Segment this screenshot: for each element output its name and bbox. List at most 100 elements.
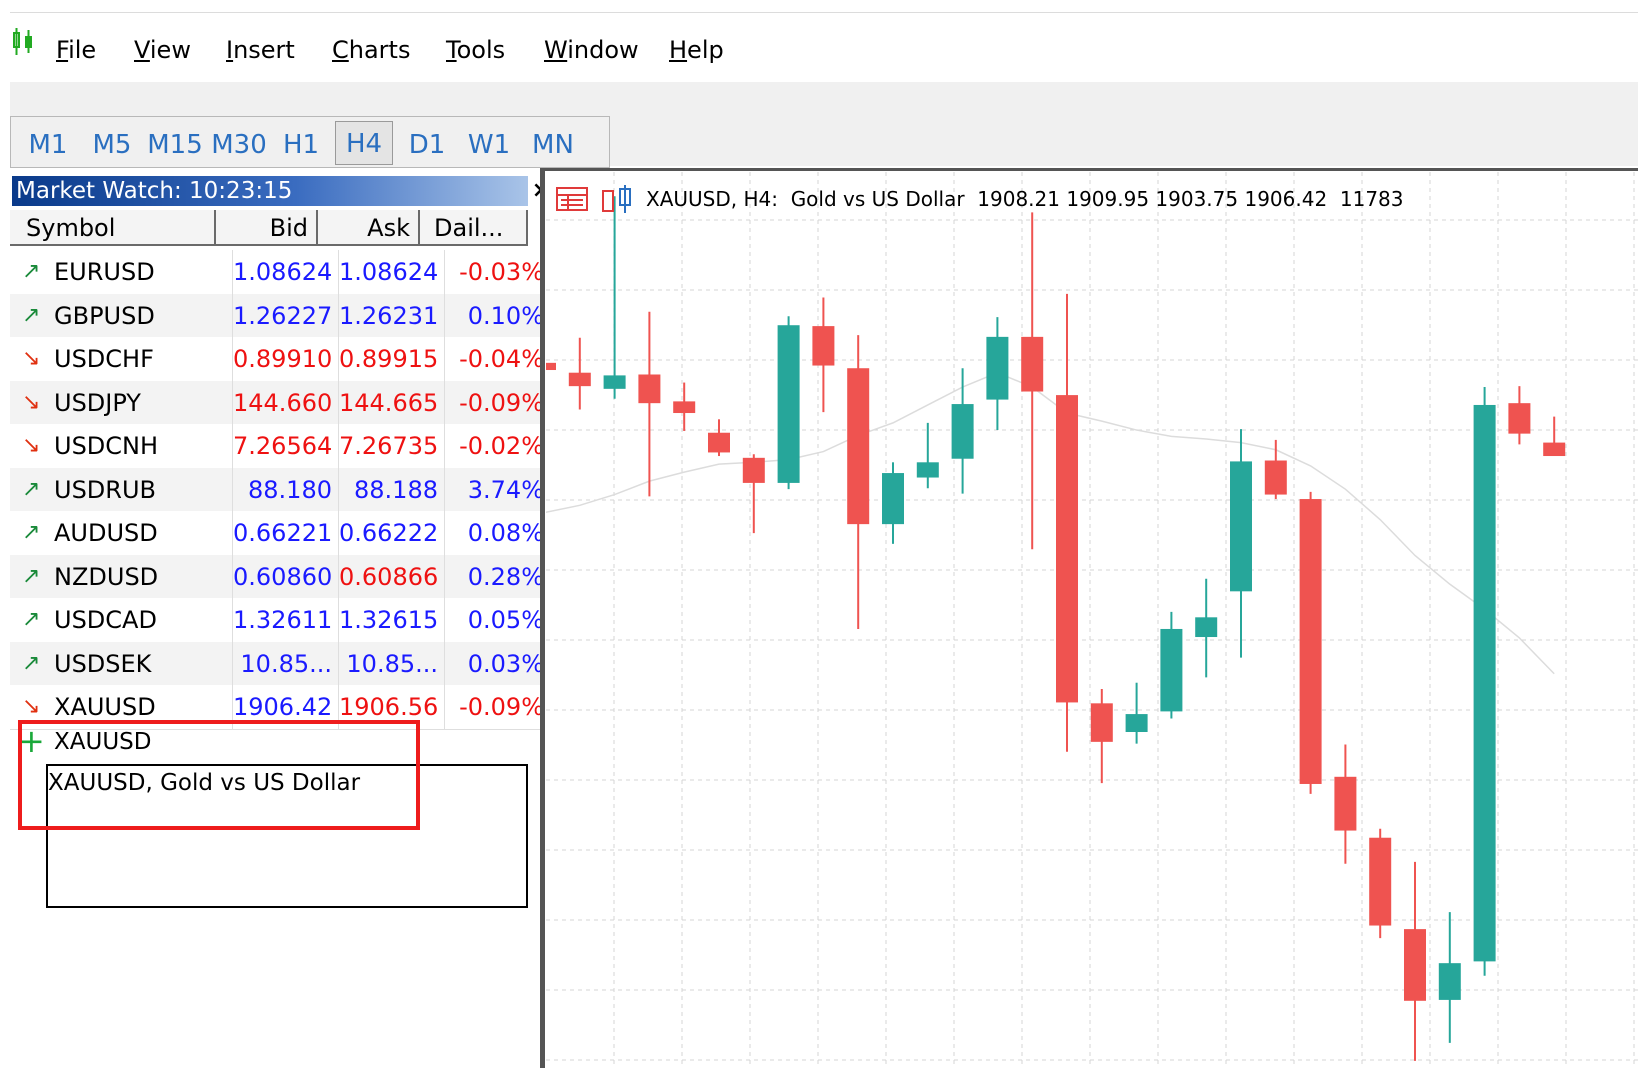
market-watch-row-gbpusd[interactable]: ↗ GBPUSD 1.26227 1.26231 0.10% <box>10 293 554 339</box>
market-watch-header: Symbol Bid Ask Dail... <box>10 210 554 248</box>
candle-body <box>951 404 974 459</box>
market-watch-row-usdcnh[interactable]: ↘ USDCNH 7.26564 7.26735 -0.02% <box>10 424 554 469</box>
daily-change-cell: -0.09% <box>444 380 554 425</box>
menu-file[interactable]: File <box>56 35 96 65</box>
candle <box>546 362 556 371</box>
candle-body <box>986 336 1009 400</box>
candle-body <box>1404 929 1426 1001</box>
daily-change-cell: 0.03% <box>444 641 554 686</box>
candle-body <box>673 401 696 414</box>
menu-bar: File View Insert Charts Tools Window Hel… <box>10 12 1638 83</box>
column-header-symbol[interactable]: Symbol <box>10 210 216 246</box>
symbol-cell: USDCAD <box>54 606 157 634</box>
ask-cell: 1.08624 <box>338 250 444 294</box>
plus-icon: + <box>18 722 45 760</box>
add-symbol-input[interactable] <box>50 724 358 760</box>
column-header-bid[interactable]: Bid <box>216 210 318 246</box>
market-watch-row-usdrub[interactable]: ↗ USDRUB 88.180 88.188 3.74% <box>10 467 554 513</box>
candle-body <box>1021 336 1044 392</box>
candle <box>986 317 1009 431</box>
daily-change-cell: 0.05% <box>444 598 554 642</box>
candle-body <box>777 325 800 483</box>
candle-body <box>882 473 904 525</box>
column-header-ask[interactable]: Ask <box>318 210 420 246</box>
candle <box>1473 387 1496 976</box>
menu-view[interactable]: View <box>134 35 191 65</box>
candle <box>1543 416 1566 457</box>
ask-cell: 0.89915 <box>338 337 444 381</box>
ask-cell: 10.85... <box>338 641 444 686</box>
tf-m15-button[interactable]: M15 <box>147 127 203 163</box>
candle <box>812 297 835 413</box>
candle-chart-icon[interactable] <box>600 185 636 213</box>
daily-change-cell: 0.10% <box>444 293 554 338</box>
candle <box>1125 682 1148 744</box>
candle-body <box>603 375 626 389</box>
candle-body <box>1056 395 1078 703</box>
menu-help[interactable]: Help <box>669 35 724 65</box>
candle-body <box>847 368 870 525</box>
candle <box>638 311 661 497</box>
candle-body <box>1543 442 1566 457</box>
menu-tools[interactable]: Tools <box>446 35 505 65</box>
symbol-cell: EURUSD <box>54 258 155 286</box>
daily-change-cell: 0.28% <box>444 554 554 599</box>
tf-h1-button[interactable]: H1 <box>277 127 325 163</box>
market-watch-row-usdchf[interactable]: ↘ USDCHF 0.89910 0.89915 -0.04% <box>10 337 554 382</box>
tf-d1-button[interactable]: D1 <box>401 127 453 163</box>
candle <box>673 382 696 431</box>
market-watch-row-audusd[interactable]: ↗ AUDUSD 0.66221 0.66222 0.08% <box>10 511 554 556</box>
symbol-cell: USDRUB <box>54 475 156 504</box>
column-header-daily[interactable]: Dail... <box>420 210 528 246</box>
bid-cell: 7.26564 <box>232 424 338 468</box>
daily-change-cell: -0.02% <box>444 424 554 468</box>
tf-m30-button[interactable]: M30 <box>209 127 269 163</box>
daily-change-cell: -0.04% <box>444 337 554 381</box>
menu-charts[interactable]: Charts <box>332 35 410 65</box>
market-watch-row-nzdusd[interactable]: ↗ NZDUSD 0.60860 0.60866 0.28% <box>10 554 554 600</box>
candle-body <box>1160 628 1183 712</box>
moving-average-line <box>546 371 1555 675</box>
candle <box>1404 861 1426 1061</box>
tf-m5-button[interactable]: M5 <box>85 127 139 163</box>
candle <box>1508 386 1531 445</box>
market-watch-row-usdsek[interactable]: ↗ USDSEK 10.85... 10.85... 0.03% <box>10 641 554 687</box>
market-watch-row-usdcad[interactable]: ↗ USDCAD 1.32611 1.32615 0.05% <box>10 598 554 643</box>
candle <box>1195 578 1218 678</box>
chart-list-icon[interactable] <box>556 187 588 211</box>
daily-change-cell: 3.74% <box>444 467 554 512</box>
candle-body <box>812 326 835 366</box>
menu-window[interactable]: Window <box>544 35 639 65</box>
symbol-cell: AUDUSD <box>54 519 158 547</box>
ask-cell: 88.188 <box>338 467 444 512</box>
symbol-suggestion-item[interactable]: XAUUSD, Gold vs US Dollar <box>48 768 360 798</box>
symbol-cell: NZDUSD <box>54 562 159 591</box>
candle <box>951 368 974 494</box>
candle-body <box>1508 403 1531 434</box>
price-chart[interactable] <box>546 172 1638 1068</box>
tf-mn-button[interactable]: MN <box>525 127 581 163</box>
candle-body <box>1438 963 1461 1000</box>
ask-cell: 7.26735 <box>338 424 444 468</box>
tf-h4-button[interactable]: H4 <box>335 121 393 165</box>
candle <box>1299 491 1322 794</box>
market-watch-row-eurusd[interactable]: ↗ EURUSD 1.08624 1.08624 -0.03% <box>10 250 554 295</box>
app-logo-icon <box>13 28 32 55</box>
candle <box>1369 828 1392 939</box>
candle <box>882 462 904 544</box>
market-watch-panel: Market Watch: 10:23:15 × Symbol Bid Ask … <box>10 176 554 1068</box>
candle-body <box>1369 837 1392 926</box>
ask-cell: 1.32615 <box>338 598 444 642</box>
candle <box>1438 912 1461 1043</box>
candle-body <box>1334 776 1357 831</box>
timeframe-toolbar: M1 M5 M15 M30 H1 H4 D1 W1 MN <box>10 116 610 168</box>
tf-m1-button[interactable]: M1 <box>21 127 75 163</box>
market-watch-row-usdjpy[interactable]: ↘ USDJPY 144.660 144.665 -0.09% <box>10 380 554 426</box>
menu-insert[interactable]: Insert <box>226 35 295 65</box>
candle <box>1090 688 1113 784</box>
tf-w1-button[interactable]: W1 <box>463 127 515 163</box>
ask-cell: 0.60866 <box>338 554 444 599</box>
candle-body <box>1473 404 1496 962</box>
symbol-cell: USDJPY <box>54 388 141 417</box>
candle <box>777 316 800 490</box>
